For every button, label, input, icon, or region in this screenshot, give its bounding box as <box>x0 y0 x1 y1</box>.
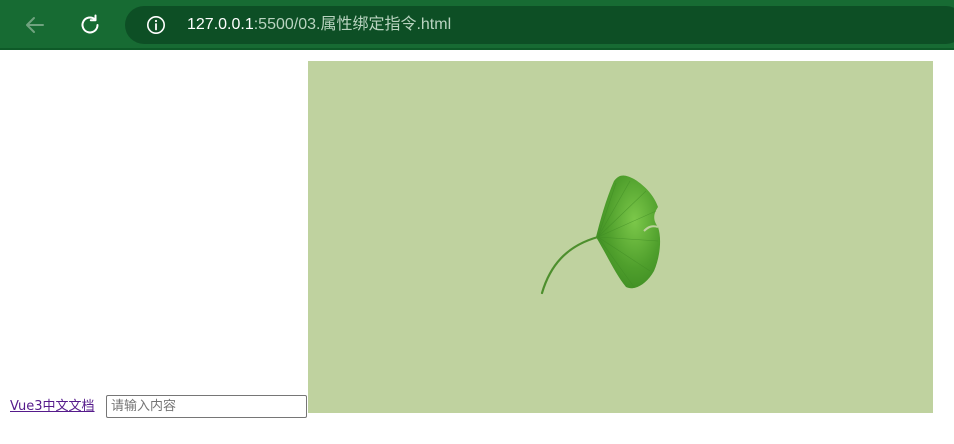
page-content: Vue3中文文档 <box>0 52 954 444</box>
info-icon[interactable] <box>146 15 166 35</box>
url-host: 127.0.0.1 <box>187 16 254 33</box>
back-button[interactable] <box>19 9 51 41</box>
ginkgo-leaf-image <box>308 61 933 413</box>
url-text[interactable]: 127.0.0.1:5500/03.属性绑定指令.html <box>187 15 451 35</box>
ginkgo-leaf-illustration <box>540 175 661 295</box>
browser-toolbar: 127.0.0.1:5500/03.属性绑定指令.html <box>0 0 954 50</box>
content-input[interactable] <box>106 395 307 418</box>
vue3-docs-link[interactable]: Vue3中文文档 <box>10 399 95 415</box>
back-arrow-icon <box>26 17 44 33</box>
address-bar[interactable]: 127.0.0.1:5500/03.属性绑定指令.html <box>125 6 954 44</box>
url-path: :5500/03.属性绑定指令.html <box>253 16 452 33</box>
reload-button[interactable] <box>74 9 106 41</box>
reload-icon <box>81 14 99 34</box>
